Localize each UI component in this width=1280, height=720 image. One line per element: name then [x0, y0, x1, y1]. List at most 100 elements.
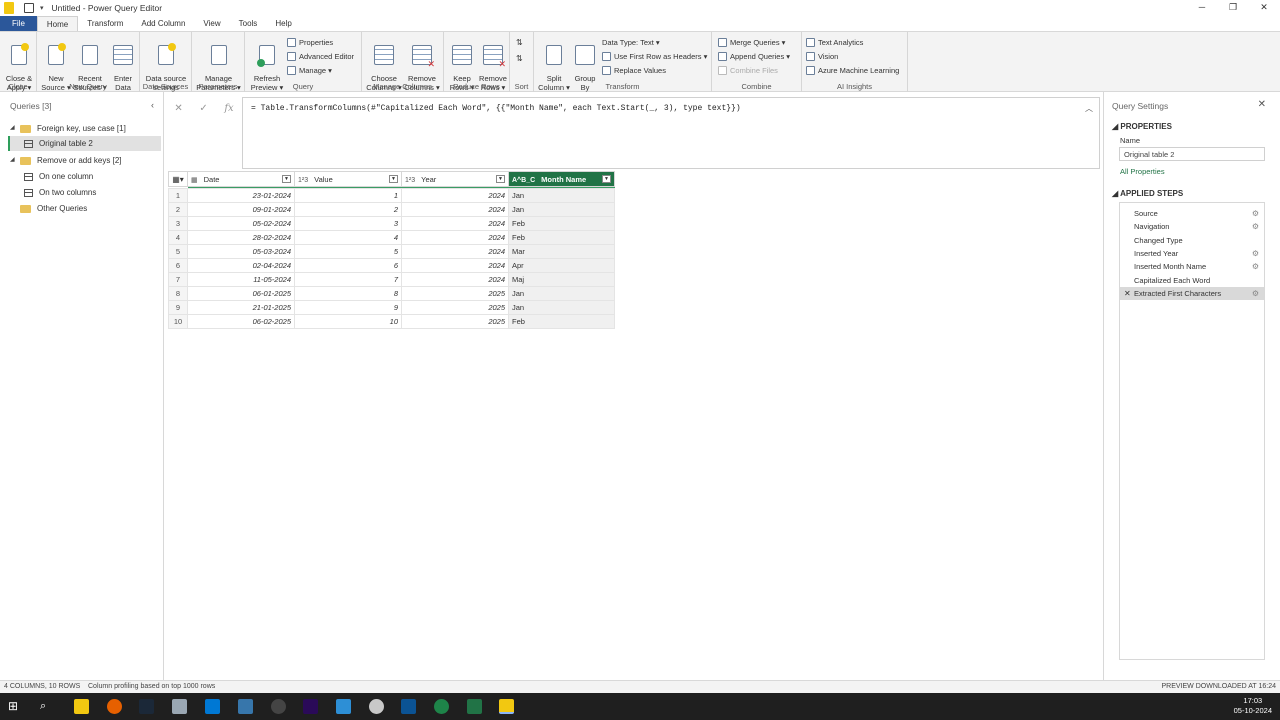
azure-ml-button[interactable]: Azure Machine Learning [806, 64, 899, 77]
cell-year[interactable]: 2024 [401, 216, 509, 231]
cell-value[interactable]: 10 [294, 314, 402, 329]
filter-dropdown-icon[interactable]: ▼ [282, 175, 291, 183]
confirm-formula-button[interactable]: ✓ [199, 103, 207, 114]
applied-step[interactable]: Source ⚙ [1120, 207, 1264, 220]
power-bi-taskbar-icon[interactable] [499, 699, 514, 714]
cell-value[interactable]: 5 [294, 244, 402, 259]
cell-month-name[interactable]: Jan [508, 188, 615, 203]
properties-section-header[interactable]: ◢ PROPERTIES [1112, 122, 1172, 131]
table-row[interactable]: 1 23-01-2024 1 2024 Jan [168, 188, 615, 203]
minimize-button[interactable]: ─ [1186, 0, 1218, 16]
obs-icon[interactable] [271, 699, 286, 714]
vision-button[interactable]: Vision [806, 50, 838, 63]
append-queries-button[interactable]: Append Queries ▾ [718, 50, 790, 63]
cell-year[interactable]: 2024 [401, 272, 509, 287]
fx-icon[interactable]: fx [224, 103, 233, 114]
query-folder-other[interactable]: Other Queries [8, 201, 161, 216]
table-row[interactable]: 3 05-02-2024 3 2024 Feb [168, 216, 615, 231]
collapse-formula-icon[interactable]: ︿ [1085, 103, 1093, 114]
properties-button[interactable]: Properties [287, 36, 333, 49]
cell-date[interactable]: 28-02-2024 [187, 230, 295, 245]
cell-date[interactable]: 05-02-2024 [187, 216, 295, 231]
data-type-dropdown[interactable]: Data Type: Text ▾ [602, 36, 660, 49]
app-icon-5[interactable] [434, 699, 449, 714]
close-settings-icon[interactable]: ✕ [1258, 99, 1266, 110]
column-header-year[interactable]: 1²3 Year ▼ [401, 171, 509, 187]
file-explorer-icon[interactable] [74, 699, 89, 714]
app-icon-2[interactable] [336, 699, 351, 714]
row-number[interactable]: 4 [168, 230, 188, 245]
advanced-editor-button[interactable]: Advanced Editor [287, 50, 354, 63]
cell-month-name[interactable]: Maj [508, 272, 615, 287]
table-row[interactable]: 2 09-01-2024 2 2024 Jan [168, 202, 615, 217]
cell-year[interactable]: 2024 [401, 202, 509, 217]
table-menu-button[interactable]: ▦▾ [168, 171, 188, 187]
cell-date[interactable]: 23-01-2024 [187, 188, 295, 203]
cell-year[interactable]: 2024 [401, 188, 509, 203]
expand-triangle-icon[interactable]: ◢ [10, 121, 18, 136]
query-on-two-columns[interactable]: On two columns [8, 185, 161, 200]
query-name-input[interactable]: Original table 2 [1119, 147, 1265, 161]
expand-triangle-icon[interactable]: ◢ [10, 153, 18, 168]
app-icon-4[interactable] [401, 699, 416, 714]
cell-month-name[interactable]: Feb [508, 314, 615, 329]
text-type-icon[interactable]: A^B_C [512, 177, 535, 184]
column-profiling-status[interactable]: Column profiling based on top 1000 rows [88, 683, 215, 690]
applied-step[interactable]: Inserted Month Name ⚙ [1120, 260, 1264, 273]
firefox-icon[interactable] [107, 699, 122, 714]
cell-value[interactable]: 2 [294, 202, 402, 217]
cell-date[interactable]: 02-04-2024 [187, 258, 295, 273]
cell-year[interactable]: 2025 [401, 300, 509, 315]
manage-button[interactable]: Manage ▾ [287, 64, 332, 77]
cell-month-name[interactable]: Jan [508, 300, 615, 315]
vscode-icon[interactable] [205, 699, 220, 714]
close-window-button[interactable]: ✕ [1248, 0, 1280, 16]
row-number[interactable]: 9 [168, 300, 188, 315]
row-number[interactable]: 3 [168, 216, 188, 231]
cell-year[interactable]: 2024 [401, 244, 509, 259]
date-type-icon[interactable]: ▦ [191, 177, 198, 184]
filter-dropdown-icon[interactable]: ▼ [602, 175, 611, 183]
collapse-pane-icon[interactable]: ‹ [151, 100, 154, 110]
tab-help[interactable]: Help [266, 16, 300, 31]
maximize-button[interactable]: ❐ [1217, 0, 1249, 16]
applied-step[interactable]: Navigation ⚙ [1120, 220, 1264, 233]
cell-date[interactable]: 09-01-2024 [187, 202, 295, 217]
number-type-icon[interactable]: 1²3 [405, 177, 415, 184]
use-first-row-headers-button[interactable]: Use First Row as Headers ▾ [602, 50, 707, 63]
all-properties-link[interactable]: All Properties [1120, 167, 1165, 176]
cell-month-name[interactable]: Apr [508, 258, 615, 273]
replace-values-button[interactable]: Replace Values [602, 64, 666, 77]
formula-input[interactable]: = Table.TransformColumns(#"Capitalized E… [242, 97, 1100, 169]
cell-year[interactable]: 2025 [401, 314, 509, 329]
steam-icon[interactable] [139, 699, 154, 714]
table-row[interactable]: 9 21-01-2025 9 2025 Jan [168, 300, 615, 315]
delete-step-icon[interactable]: ✕ [1124, 287, 1131, 300]
filter-dropdown-icon[interactable]: ▼ [389, 175, 398, 183]
column-header-date[interactable]: ▦ Date ▼ [187, 171, 295, 187]
query-folder-foreign-key[interactable]: ◢ Foreign key, use case [1] [8, 121, 161, 136]
gear-icon[interactable]: ⚙ [1252, 207, 1259, 220]
cell-month-name[interactable]: Feb [508, 230, 615, 245]
query-original-table-2[interactable]: Original table 2 [8, 136, 161, 151]
clock[interactable]: 17:03 05-10-2024 [1234, 696, 1272, 716]
table-row[interactable]: 7 11-05-2024 7 2024 Maj [168, 272, 615, 287]
gear-icon[interactable]: ⚙ [1252, 260, 1259, 273]
excel-icon[interactable] [467, 699, 482, 714]
cell-month-name[interactable]: Jan [508, 202, 615, 217]
cell-value[interactable]: 1 [294, 188, 402, 203]
row-number[interactable]: 10 [168, 314, 188, 329]
row-number[interactable]: 7 [168, 272, 188, 287]
cell-value[interactable]: 4 [294, 230, 402, 245]
row-number[interactable]: 8 [168, 286, 188, 301]
query-on-one-column[interactable]: On one column [8, 169, 161, 184]
cell-value[interactable]: 7 [294, 272, 402, 287]
premiere-icon[interactable] [303, 699, 318, 714]
applied-steps-header[interactable]: ◢ APPLIED STEPS [1112, 189, 1183, 198]
cell-year[interactable]: 2024 [401, 258, 509, 273]
applied-step[interactable]: Capitalized Each Word [1120, 274, 1264, 287]
table-row[interactable]: 5 05-03-2024 5 2024 Mar [168, 244, 615, 259]
column-header-month-name[interactable]: A^B_C Month Name ▼ [508, 171, 615, 187]
column-header-value[interactable]: 1²3 Value ▼ [294, 171, 402, 187]
tab-add-column[interactable]: Add Column [132, 16, 194, 31]
